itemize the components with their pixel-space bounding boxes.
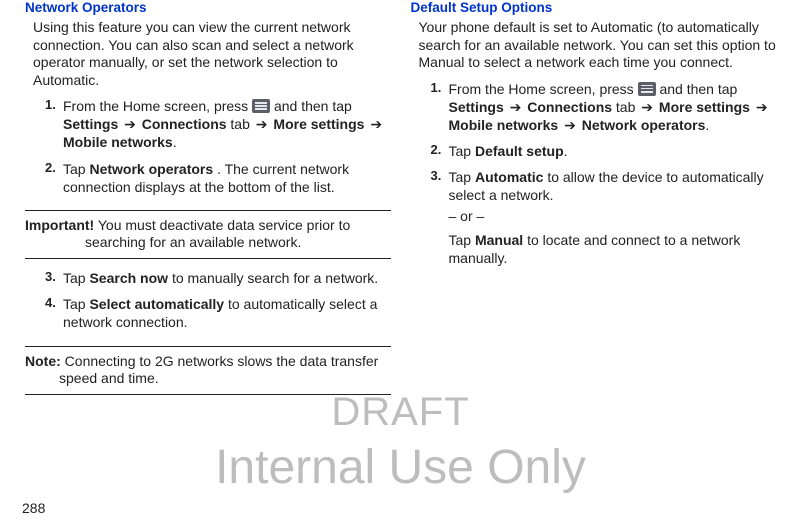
- step-text: Tap: [449, 143, 475, 159]
- step-text: Tap: [63, 161, 89, 177]
- ui-label-settings: Settings: [449, 99, 504, 115]
- ui-label-automatic: Automatic: [475, 169, 543, 185]
- step-number: 2.: [45, 160, 56, 177]
- step-4-left: 4. Tap Select automatically to automatic…: [45, 295, 391, 339]
- step-number: 3.: [431, 168, 442, 185]
- step-1-right: 1. From the Home screen, press and then …: [431, 80, 777, 143]
- arrow-icon: ➔: [368, 116, 384, 132]
- step-text: and then tap: [659, 81, 737, 97]
- menu-icon: [252, 99, 270, 113]
- period: .: [564, 143, 568, 159]
- ui-label-more-settings: More settings: [273, 116, 364, 132]
- note-callout: Note: Connecting to 2G networks slows th…: [25, 346, 391, 395]
- step-text: From the Home screen, press: [449, 81, 638, 97]
- period: .: [705, 117, 709, 133]
- menu-icon: [638, 82, 656, 96]
- arrow-icon: ➔: [254, 116, 270, 132]
- step-number: 1.: [45, 97, 56, 114]
- important-body: You must deactivate data service prior t…: [85, 217, 350, 251]
- ui-label-manual: Manual: [475, 232, 523, 248]
- step-number: 1.: [431, 80, 442, 97]
- step-2-left: 2. Tap Network operators . The current n…: [45, 160, 391, 204]
- arrow-icon: ➔: [508, 99, 524, 115]
- step-text: Tap: [63, 296, 89, 312]
- ui-label-select-automatically: Select automatically: [89, 296, 224, 312]
- step-3-left: 3. Tap Search now to manually search for…: [45, 269, 391, 295]
- or-divider: – or –: [449, 207, 777, 225]
- step-text: Tap: [449, 232, 475, 248]
- step-number: 4.: [45, 295, 56, 312]
- steps-left-first: 1. From the Home screen, press and then …: [25, 97, 391, 204]
- section-title-default-setup: Default Setup Options: [411, 0, 777, 15]
- step-text: tab: [230, 116, 253, 132]
- intro-left: Using this feature you can view the curr…: [33, 19, 391, 89]
- steps-left-second: 3. Tap Search now to manually search for…: [25, 269, 391, 340]
- step-number: 2.: [431, 142, 442, 159]
- step-text: and then tap: [274, 98, 352, 114]
- left-column: Network Operators Using this feature you…: [15, 0, 401, 405]
- important-callout: Important! You must deactivate data serv…: [25, 210, 391, 259]
- ui-label-network-operators: Network operators: [582, 117, 706, 133]
- step-text: Tap: [449, 169, 475, 185]
- arrow-icon: ➔: [122, 116, 138, 132]
- step-1-left: 1. From the Home screen, press and then …: [45, 97, 391, 160]
- step-text: Tap: [63, 270, 89, 286]
- ui-label-more-settings: More settings: [659, 99, 750, 115]
- ui-label-settings: Settings: [63, 116, 118, 132]
- period: .: [173, 134, 177, 150]
- step-text: From the Home screen, press: [63, 98, 252, 114]
- step-text: to manually search for a network.: [172, 270, 378, 286]
- intro-right: Your phone default is set to Automatic (…: [419, 19, 777, 72]
- section-title-network-operators: Network Operators: [25, 0, 391, 15]
- note-label: Note:: [25, 353, 61, 369]
- ui-label-default-setup: Default setup: [475, 143, 564, 159]
- step-2-right: 2. Tap Default setup.: [431, 142, 777, 168]
- watermark-internal: Internal Use Only: [0, 440, 801, 495]
- page-number: 288: [22, 500, 45, 516]
- step-3-right: 3. Tap Automatic to allow the device to …: [431, 168, 777, 275]
- arrow-icon: ➔: [562, 117, 578, 133]
- steps-right: 1. From the Home screen, press and then …: [411, 80, 777, 276]
- note-body: Connecting to 2G networks slows the data…: [59, 353, 378, 387]
- arrow-icon: ➔: [754, 99, 770, 115]
- ui-label-mobile-networks: Mobile networks: [449, 117, 559, 133]
- arrow-icon: ➔: [639, 99, 655, 115]
- ui-label-network-operators: Network operators: [89, 161, 213, 177]
- important-label: Important!: [25, 217, 94, 233]
- ui-label-mobile-networks: Mobile networks: [63, 134, 173, 150]
- ui-label-search-now: Search now: [89, 270, 168, 286]
- ui-label-connections: Connections: [527, 99, 612, 115]
- step-text: tab: [616, 99, 639, 115]
- right-column: Default Setup Options Your phone default…: [401, 0, 787, 405]
- ui-label-connections: Connections: [142, 116, 227, 132]
- step-number: 3.: [45, 269, 56, 286]
